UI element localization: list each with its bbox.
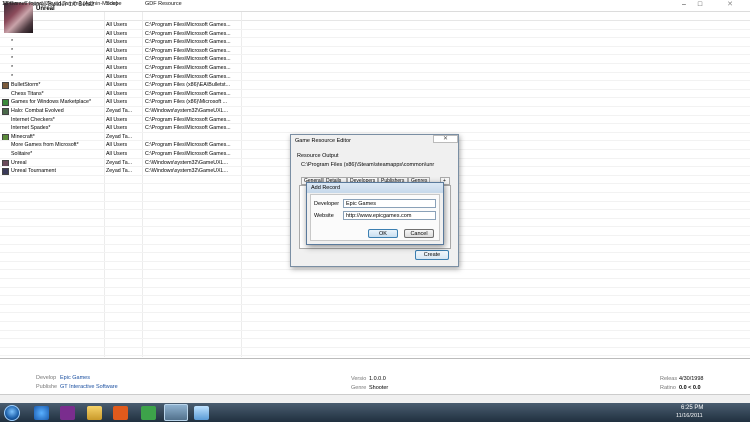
developer-field[interactable]: Epic Games [343,199,436,208]
list-gridline [0,45,750,47]
resource-output-label: Resource Output [297,153,339,159]
list-gridline [0,28,750,30]
list-gridline [0,80,750,82]
release-value: 4/30/1998 [679,376,704,382]
list-gridline [0,63,750,64]
publisher-link[interactable]: GT Interactive Software [60,384,118,390]
vlc-icon[interactable] [113,406,128,420]
clock-date[interactable]: 11/16/2011 [676,413,703,419]
list-gridline [0,303,750,305]
list-gridline [0,312,750,314]
resource-output-path: C:\Program Files (x86)\Steam\steamapps\c… [301,162,435,168]
publisher-label: Publishe [36,384,58,390]
clock-time[interactable]: 6:25 PM [681,405,703,411]
website-field[interactable]: http://www.epicgames.com [343,211,436,220]
dialog-title: Game Resource Editor [295,138,351,144]
list-gridline [0,123,750,125]
list-gridline [0,114,750,116]
status-bar [0,394,750,403]
list-gridline [0,269,750,271]
list-gridline [0,97,750,99]
list-gridline [0,321,750,322]
start-button[interactable] [4,405,20,421]
rating-label: Ratino [660,385,676,391]
ok-button[interactable]: OK [368,229,398,238]
minimize-button[interactable]: – [676,0,692,10]
close-button[interactable]: ✕ [710,0,750,10]
list-gridline [0,355,750,357]
game-cover-image [4,3,33,33]
version-value: 1.0.0.0 [369,376,386,382]
column-header-gdf-resource[interactable]: GDF Resource [145,1,182,7]
window-switcher-icon[interactable] [194,406,209,420]
messenger-icon[interactable] [141,406,156,420]
taskbar-game-explorer-button[interactable] [164,404,188,421]
status-text: 18 Games found [Zeyad Tamimi] (Admin-Mod… [2,1,118,7]
list-gridline [0,88,750,90]
developer-link[interactable]: Epic Games [60,375,90,381]
developer-label: Develop [36,375,57,381]
list-header [0,12,750,21]
list-gridline [0,346,750,348]
website-field-label: Website [314,213,334,219]
add-record-title: Add Record [311,185,341,191]
list-gridline [0,131,750,133]
folder-icon[interactable] [87,406,102,420]
list-gridline [0,338,750,340]
create-button[interactable]: Create [415,250,449,260]
dialog-close-button[interactable]: ✕ [433,135,458,143]
developer-field-label: Developer [314,201,340,207]
list-gridline [0,295,750,297]
rating-value: 0.0 < 0.0 [679,385,701,391]
onenote-icon[interactable] [60,406,75,420]
list-gridline [0,278,750,279]
release-label: Releas [660,376,678,382]
list-gridline [0,71,750,73]
internet-explorer-icon[interactable] [34,406,49,420]
list-gridline [0,37,750,39]
genre-label: Genre [351,385,367,391]
version-label: Versio [351,376,367,382]
cancel-button[interactable]: Cancel [404,229,434,238]
list-gridline [0,106,750,107]
list-gridline [0,329,750,331]
list-gridline [0,286,750,288]
list-gridline [0,54,750,56]
maximize-button[interactable]: □ [692,0,708,10]
genre-value: Shooter [369,385,389,391]
